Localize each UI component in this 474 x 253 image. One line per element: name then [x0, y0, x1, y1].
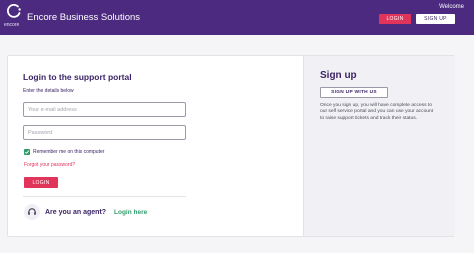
remember-label: Remember me on this computer: [33, 149, 105, 155]
header-signup-button[interactable]: SIGN UP: [416, 14, 455, 24]
agent-question: Are you an agent?: [45, 209, 107, 216]
login-button[interactable]: LOGIN: [24, 177, 58, 188]
forgot-password-link[interactable]: Forgot your password?: [24, 162, 75, 168]
header-login-button[interactable]: LOGIN: [379, 14, 411, 24]
divider: [23, 196, 186, 197]
remember-checkbox[interactable]: [24, 149, 30, 155]
email-input[interactable]: [23, 102, 186, 117]
signup-panel: Sign up SIGN UP WITH US Once you sign up…: [303, 56, 455, 236]
logo-wordmark: encore: [4, 22, 20, 28]
remember-me[interactable]: Remember me on this computer: [24, 149, 104, 155]
auth-card: Login to the support portal Enter the de…: [7, 55, 455, 237]
agent-login-link[interactable]: Login here: [114, 209, 147, 216]
signup-button[interactable]: SIGN UP WITH US: [320, 87, 388, 98]
welcome-text: Welcome: [439, 4, 464, 10]
check-icon: [24, 150, 30, 154]
company-name: Encore Business Solutions: [27, 12, 141, 23]
signup-title: Sign up: [320, 70, 357, 81]
password-input[interactable]: [23, 125, 186, 140]
headset-icon: [24, 204, 40, 220]
login-title: Login to the support portal: [23, 72, 132, 82]
login-instructions: Enter the details below: [23, 88, 74, 94]
top-header: encore Encore Business Solutions Welcome…: [0, 0, 474, 35]
encore-logo-icon[interactable]: [6, 3, 22, 19]
signup-description: Once you sign up, you will have complete…: [320, 103, 434, 121]
